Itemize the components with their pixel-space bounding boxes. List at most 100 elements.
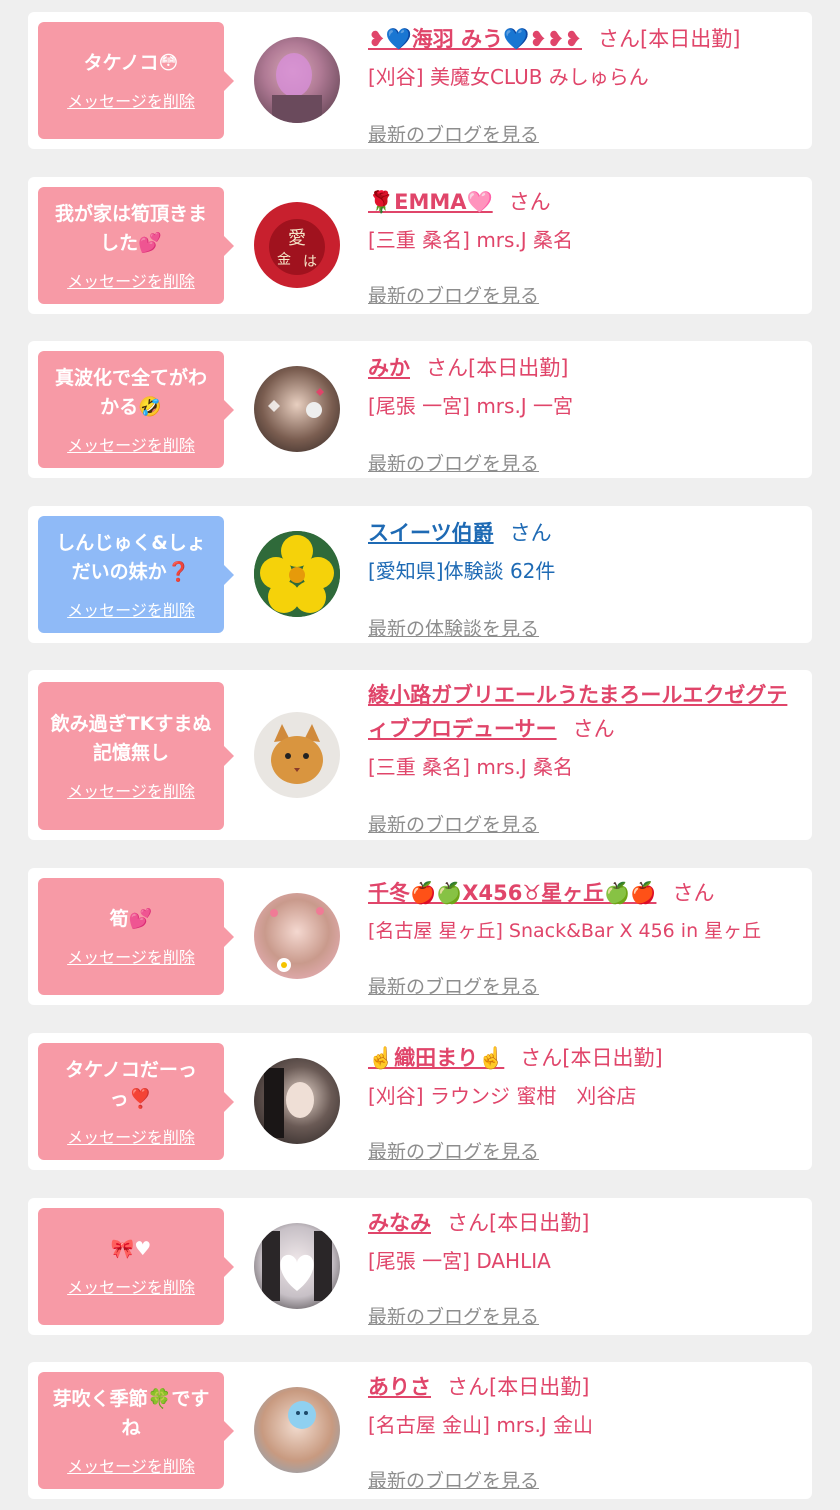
- avatar-flower-icon: [254, 531, 340, 617]
- message-bubble: タケノコ😳 メッセージを削除: [38, 22, 234, 139]
- girl-name-link[interactable]: ありさ: [368, 1375, 431, 1399]
- girl-name-link[interactable]: みか: [368, 356, 410, 380]
- message-bubble: しんじゅく&しょだいの妹か❓ メッセージを削除: [38, 516, 234, 633]
- message-bubble: 🎀♥ メッセージを削除: [38, 1208, 234, 1325]
- profile-info: 綾小路ガブリエールうたまろールエクゼグティブプロデューサー さん [三重 桑名] …: [368, 678, 798, 836]
- name-suffix: さん[本日出勤]: [598, 27, 741, 51]
- profile-info: ❥💙海羽 みう💙❥❥❥ さん[本日出勤] [刈谷] 美魔女CLUB みしゅらん 最…: [368, 22, 798, 146]
- message-card: しんじゅく&しょだいの妹か❓ メッセージを削除 スイーツ伯爵 さん [愛知県]体験…: [28, 506, 812, 643]
- delete-message-link[interactable]: メッセージを削除: [67, 432, 195, 456]
- message-card: 真波化で全てがわかる🤣 メッセージを削除 みか さん[本日出勤] [尾張 一宮] …: [28, 341, 812, 478]
- avatar-photo-icon: [288, 1401, 316, 1429]
- avatar-photo-icon: [262, 1231, 332, 1301]
- girl-name-link[interactable]: 千冬🍎🍏X456♉星ヶ丘🍏🍎: [368, 881, 656, 905]
- name-suffix: さん: [672, 881, 715, 905]
- message-bubble: 我が家は筍頂きました💕 メッセージを削除: [38, 187, 234, 304]
- profile-info: みか さん[本日出勤] [尾張 一宮] mrs.J 一宮 最新のブログを見る: [368, 351, 798, 475]
- latest-blog-link[interactable]: 最新のブログを見る: [368, 810, 539, 837]
- message-text: 我が家は筍頂きました💕: [54, 202, 207, 254]
- name-suffix: さん[本日出勤]: [426, 356, 569, 380]
- name-suffix: さん: [509, 521, 552, 545]
- reviewer-name-link[interactable]: スイーツ伯爵: [368, 521, 494, 545]
- delete-message-link[interactable]: メッセージを削除: [67, 944, 195, 968]
- delete-message-link[interactable]: メッセージを削除: [67, 268, 195, 292]
- message-text: しんじゅく&しょだいの妹か❓: [56, 531, 206, 583]
- avatar[interactable]: [254, 1058, 340, 1144]
- name-suffix: さん[本日出勤]: [447, 1211, 590, 1235]
- delete-message-link[interactable]: メッセージを削除: [67, 88, 195, 112]
- message-card: 飲み過ぎTKすまぬ記憶無し メッセージを削除 綾小路ガブリエールうたまろールエク…: [28, 670, 812, 840]
- message-text: タケノコだーっっ❣️: [65, 1058, 197, 1110]
- review-count: [愛知県]体験談 62件: [368, 559, 556, 583]
- svg-text:は: は: [303, 254, 317, 270]
- shop-name: [名古屋 星ヶ丘] Snack&Bar X 456 in 星ヶ丘: [368, 920, 762, 942]
- avatar[interactable]: [254, 893, 340, 979]
- profile-info: みなみ さん[本日出勤] [尾張 一宮] DAHLIA 最新のブログを見る: [368, 1206, 798, 1328]
- latest-blog-link[interactable]: 最新のブログを見る: [368, 1466, 539, 1493]
- name-suffix: さん: [508, 190, 551, 214]
- message-text: 🎀♥: [110, 1238, 152, 1260]
- latest-blog-link[interactable]: 最新のブログを見る: [368, 1137, 539, 1164]
- message-text: 飲み過ぎTKすまぬ記憶無し: [50, 713, 212, 764]
- delete-message-link[interactable]: メッセージを削除: [67, 1453, 195, 1477]
- name-suffix: さん[本日出勤]: [447, 1375, 590, 1399]
- message-list: タケノコ😳 メッセージを削除 ❥💙海羽 みう💙❥❥❥ さん[本日出勤] [刈谷] …: [0, 0, 840, 1510]
- shop-name: [尾張 一宮] DAHLIA: [368, 1249, 551, 1273]
- svg-text:金: 金: [277, 252, 291, 268]
- avatar-photo-icon: [272, 53, 322, 123]
- girl-name-link[interactable]: 🌹EMMA🩷: [368, 190, 493, 214]
- delete-message-link[interactable]: メッセージを削除: [67, 778, 195, 802]
- avatar[interactable]: [254, 712, 340, 798]
- profile-info: 🌹EMMA🩷 さん [三重 桑名] mrs.J 桑名 最新のブログを見る: [368, 185, 798, 307]
- girl-name-link[interactable]: ☝️織田まり☝️: [368, 1046, 504, 1070]
- latest-blog-link[interactable]: 最新のブログを見る: [368, 449, 539, 476]
- avatar-cat-icon: [271, 724, 323, 784]
- avatar-photo-icon: [270, 907, 324, 972]
- avatar[interactable]: [254, 37, 340, 123]
- message-card: 🎀♥ メッセージを削除 みなみ さん[本日出勤] [尾張 一宮] DAHLIA 最…: [28, 1198, 812, 1335]
- avatar[interactable]: 愛 金 は: [254, 202, 340, 288]
- message-bubble: 筍💕 メッセージを削除: [38, 878, 234, 995]
- delete-message-link[interactable]: メッセージを削除: [67, 1274, 195, 1298]
- avatar-photo-icon: [268, 388, 324, 418]
- name-suffix: さん[本日出勤]: [520, 1046, 663, 1070]
- name-suffix: さん: [572, 717, 615, 741]
- message-bubble: 芽吹く季節🍀ですね メッセージを削除: [38, 1372, 234, 1489]
- avatar[interactable]: [254, 1387, 340, 1473]
- profile-info: 千冬🍎🍏X456♉星ヶ丘🍏🍎 さん [名古屋 星ヶ丘] Snack&Bar X 4…: [368, 876, 798, 998]
- profile-info: スイーツ伯爵 さん [愛知県]体験談 62件 最新の体験談を見る: [368, 516, 798, 640]
- latest-blog-link[interactable]: 最新のブログを見る: [368, 281, 539, 308]
- avatar[interactable]: [254, 366, 340, 452]
- delete-message-link[interactable]: メッセージを削除: [67, 1124, 195, 1148]
- shop-name: [尾張 一宮] mrs.J 一宮: [368, 394, 574, 418]
- latest-review-link[interactable]: 最新の体験談を見る: [368, 614, 539, 641]
- message-text: 真波化で全てがわかる🤣: [54, 366, 207, 418]
- message-bubble: タケノコだーっっ❣️ メッセージを削除: [38, 1043, 234, 1160]
- latest-blog-link[interactable]: 最新のブログを見る: [368, 120, 539, 147]
- delete-message-link[interactable]: メッセージを削除: [67, 597, 195, 621]
- message-text: 芽吹く季節🍀ですね: [52, 1387, 210, 1439]
- latest-blog-link[interactable]: 最新のブログを見る: [368, 1302, 539, 1329]
- message-card: 筍💕 メッセージを削除 千冬🍎🍏X456♉星ヶ丘🍏🍎 さん [名古屋 星ヶ丘] S…: [28, 868, 812, 1005]
- message-card: タケノコだーっっ❣️ メッセージを削除 ☝️織田まり☝️ さん[本日出勤] [刈谷…: [28, 1033, 812, 1170]
- girl-name-link[interactable]: みなみ: [368, 1211, 431, 1235]
- avatar[interactable]: [254, 531, 340, 617]
- avatar[interactable]: [254, 1223, 340, 1309]
- shop-name: [三重 桑名] mrs.J 桑名: [368, 755, 574, 779]
- latest-blog-link[interactable]: 最新のブログを見る: [368, 972, 539, 999]
- message-text: 筍💕: [109, 908, 153, 930]
- profile-info: ありさ さん[本日出勤] [名古屋 金山] mrs.J 金山 最新のブログを見る: [368, 1370, 798, 1492]
- svg-text:愛: 愛: [288, 228, 306, 249]
- message-text: タケノコ😳: [83, 52, 179, 74]
- message-card: 我が家は筍頂きました💕 メッセージを削除 愛 金 は 🌹EMMA🩷 さん [三重 …: [28, 177, 812, 314]
- girl-name-link[interactable]: ❥💙海羽 みう💙❥❥❥: [368, 27, 582, 51]
- shop-name: [刈谷] ラウンジ 蜜柑 刈谷店: [368, 1084, 637, 1108]
- shop-name: [刈谷] 美魔女CLUB みしゅらん: [368, 65, 649, 89]
- profile-info: ☝️織田まり☝️ さん[本日出勤] [刈谷] ラウンジ 蜜柑 刈谷店 最新のブログ…: [368, 1041, 798, 1163]
- shop-name: [名古屋 金山] mrs.J 金山: [368, 1413, 594, 1437]
- message-card: タケノコ😳 メッセージを削除 ❥💙海羽 みう💙❥❥❥ さん[本日出勤] [刈谷] …: [28, 12, 812, 149]
- avatar-photo-icon: [264, 1068, 314, 1138]
- message-bubble: 飲み過ぎTKすまぬ記憶無し メッセージを削除: [38, 682, 234, 830]
- shop-name: [三重 桑名] mrs.J 桑名: [368, 228, 574, 252]
- message-bubble: 真波化で全てがわかる🤣 メッセージを削除: [38, 351, 234, 468]
